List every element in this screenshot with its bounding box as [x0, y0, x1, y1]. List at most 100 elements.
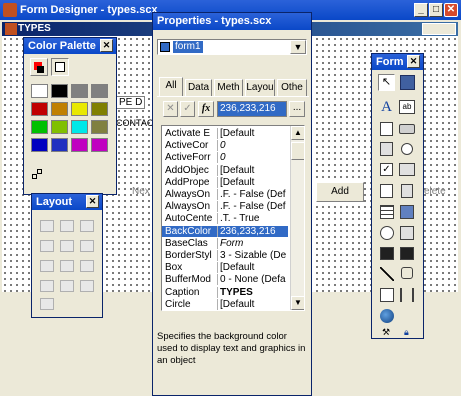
cancel-edit-button[interactable]: ✕ [163, 101, 178, 117]
property-row[interactable]: AlwaysOn .F. - False (Defa [162, 189, 288, 200]
form-sys-buttons[interactable] [422, 23, 456, 35]
tab-all[interactable]: All [159, 77, 183, 96]
close-button[interactable]: ✕ [444, 3, 458, 17]
select-objects-icon[interactable]: ↖ [378, 74, 395, 91]
align-right-icon[interactable] [60, 220, 74, 232]
color-swatch-blue[interactable] [51, 138, 68, 152]
pageframe-icon[interactable] [400, 226, 414, 240]
color-swatch-lime[interactable] [51, 120, 68, 134]
timer-icon[interactable] [380, 226, 394, 240]
color-swatch-olive[interactable] [91, 102, 108, 116]
grid-icon[interactable] [380, 205, 394, 219]
label-icon[interactable]: A [379, 100, 394, 115]
property-row[interactable]: ActiveForr 0 [162, 152, 288, 164]
color-swatch-gray-2[interactable] [91, 84, 108, 98]
property-row[interactable]: AlwaysOn .F. - False (Defa [162, 201, 288, 213]
property-row[interactable]: BorderStyl3 - Sizable (Defa [162, 250, 288, 261]
command-button-icon[interactable] [399, 124, 415, 134]
container-icon[interactable] [380, 288, 394, 302]
same-height-icon[interactable] [60, 260, 74, 272]
send-to-back-icon[interactable] [40, 298, 54, 310]
same-width-icon[interactable] [40, 260, 54, 272]
combobox-icon[interactable] [399, 163, 415, 176]
background-color-button[interactable] [51, 58, 69, 76]
same-size-icon[interactable] [80, 260, 94, 272]
align-bottom-icon[interactable] [40, 240, 54, 252]
color-swatch-red[interactable] [31, 102, 48, 116]
foreground-color-button[interactable] [30, 58, 48, 76]
layout-close-button[interactable]: ✕ [86, 195, 99, 208]
object-select[interactable]: form1 ▼ [157, 39, 307, 55]
property-row[interactable]: AddObjec [Default [162, 164, 288, 176]
color-swatch-khaki[interactable] [91, 120, 108, 134]
next-button-fragment[interactable]: Nex [132, 186, 150, 197]
color-swatch-black[interactable] [51, 84, 68, 98]
color-swatch-yellow[interactable] [71, 102, 88, 116]
option-group-icon[interactable] [401, 143, 413, 155]
object-select-dropdown-button[interactable]: ▼ [290, 40, 306, 54]
color-swatch-cyan[interactable] [71, 120, 88, 134]
lock-icon[interactable]: 🔒︎ [404, 327, 414, 337]
property-grid-scrollbar[interactable]: ▲ ▼ [290, 126, 304, 310]
align-vcenter-icon[interactable] [60, 240, 74, 252]
maximize-button[interactable]: □ [429, 3, 443, 17]
ole-container-icon[interactable] [380, 247, 394, 260]
scroll-thumb[interactable] [291, 142, 304, 160]
color-palette-close-button[interactable]: ✕ [100, 39, 113, 52]
editbox-icon[interactable] [380, 122, 393, 136]
delete-button-fragment[interactable]: elete [424, 186, 446, 197]
properties-titlebar[interactable]: Properties - types.scx [153, 13, 311, 30]
listbox-icon[interactable] [380, 184, 393, 198]
shape-icon[interactable] [401, 267, 413, 279]
minimize-button[interactable]: _ [414, 3, 428, 17]
align-hcenter-icon[interactable] [80, 240, 94, 252]
property-grid[interactable]: Activate E [Default ActiveCor 0 ActiveForr 0 A… [161, 125, 305, 311]
layout-titlebar[interactable]: Layout ✕ [32, 194, 102, 210]
other-colors-icon[interactable] [32, 168, 44, 180]
hyperlink-icon[interactable] [380, 309, 394, 323]
builder-lock-icon[interactable]: ⚒ [382, 327, 394, 337]
browse-button[interactable]: ... [289, 101, 305, 117]
scroll-down-button[interactable]: ▼ [291, 296, 304, 310]
center-horizontal-icon[interactable] [40, 280, 54, 292]
separator-icon[interactable] [400, 288, 414, 302]
color-swatch-white[interactable] [31, 84, 48, 98]
color-swatch-orange[interactable] [51, 102, 68, 116]
property-row[interactable]: Activate E [Default [162, 128, 288, 139]
accept-edit-button[interactable]: ✓ [180, 101, 195, 117]
tab-other[interactable]: Othe [277, 79, 307, 96]
center-vertical-icon[interactable] [60, 280, 74, 292]
line-icon[interactable] [380, 267, 394, 281]
property-row[interactable]: Circle [Default [162, 298, 288, 310]
property-row[interactable]: AddPrope [Default [162, 176, 288, 188]
align-top-icon[interactable] [80, 220, 94, 232]
command-group-icon[interactable] [380, 142, 393, 156]
color-swatch-gray[interactable] [71, 84, 88, 98]
form-controls-close-button[interactable]: ✕ [407, 55, 420, 68]
ole-bound-icon[interactable] [400, 247, 414, 260]
tab-data[interactable]: Data [185, 79, 212, 96]
tab-layout[interactable]: Layou [245, 79, 275, 96]
property-row[interactable]: ActiveCor 0 [162, 140, 288, 152]
property-row[interactable]: AutoCente .T. - True [162, 213, 288, 225]
view-classes-icon[interactable] [400, 75, 415, 90]
bring-to-front-icon[interactable] [80, 280, 94, 292]
property-row[interactable]: Box [Default [162, 262, 288, 274]
property-row[interactable]: BackColor 236,233,216 [162, 225, 288, 237]
property-value-input[interactable]: 236,233,216 [217, 101, 287, 117]
property-row[interactable]: BaseClas Form [162, 237, 288, 249]
textbox-icon[interactable]: ab [399, 100, 415, 114]
color-swatch-purple[interactable] [91, 138, 108, 152]
spinner-icon[interactable] [401, 184, 413, 198]
align-left-icon[interactable] [40, 220, 54, 232]
property-row[interactable]: BufferMod 0 - None (Defa [162, 274, 288, 286]
property-row[interactable]: Caption TYPES [162, 286, 288, 298]
color-palette-titlebar[interactable]: Color Palette ✕ [24, 38, 116, 54]
checkbox-icon[interactable]: ✓ [380, 163, 393, 176]
fx-button[interactable]: fx [198, 101, 214, 117]
color-swatch-green[interactable] [31, 120, 48, 134]
form-controls-titlebar[interactable]: Form C ✕ [372, 54, 423, 70]
image-icon[interactable] [400, 205, 414, 219]
scroll-up-button[interactable]: ▲ [291, 126, 304, 140]
color-swatch-navy[interactable] [31, 138, 48, 152]
